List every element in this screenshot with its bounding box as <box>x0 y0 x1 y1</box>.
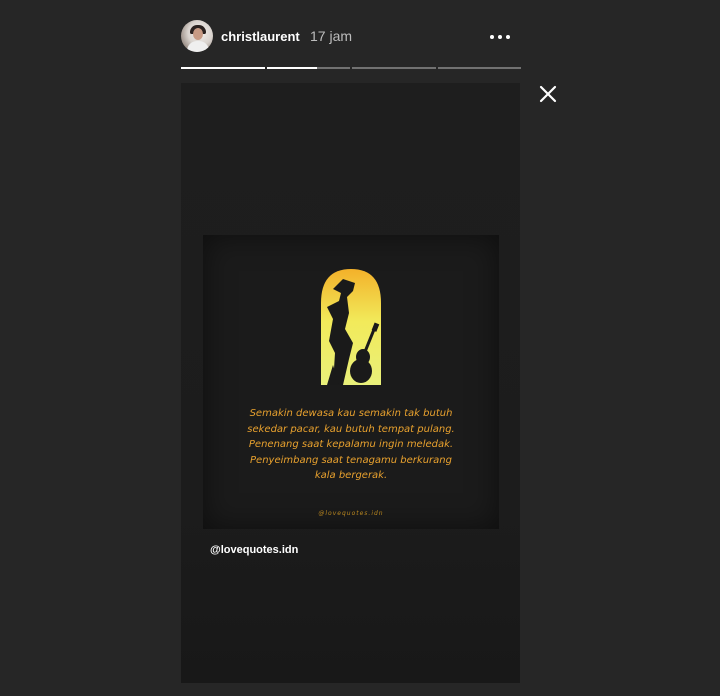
avatar-shirt <box>187 41 209 52</box>
close-icon <box>539 85 557 103</box>
quote-line: Semakin dewasa kau semakin tak butuh <box>249 408 453 419</box>
progress-segment <box>352 67 436 69</box>
progress-fill <box>181 67 265 69</box>
more-horizontal-icon-dot <box>506 35 510 39</box>
progress-segment <box>266 67 350 69</box>
mention-sticker[interactable]: @lovequotes.idn <box>210 544 298 556</box>
story-viewer: christlaurent 17 jam Semakin dewasa kau … <box>0 0 720 696</box>
avatar-face <box>193 28 203 40</box>
progress-fill <box>266 67 317 69</box>
progress-segment <box>437 67 521 69</box>
story-progress <box>181 67 521 69</box>
quote-text: Semakin dewasa kau semakin tak butuh sek… <box>213 406 489 484</box>
quote-line: Penyeimbang saat tenagamu berkurang <box>250 454 452 466</box>
silhouette-guitar-image <box>321 269 381 385</box>
close-button[interactable] <box>537 83 559 105</box>
story-frame[interactable]: Semakin dewasa kau semakin tak butuh sek… <box>181 83 520 683</box>
shared-post[interactable]: Semakin dewasa kau semakin tak butuh sek… <box>203 235 499 529</box>
post-timestamp: 17 jam <box>310 28 353 44</box>
avatar[interactable] <box>181 20 213 52</box>
quote-line: Penenang saat kepalamu ingin meledak. <box>248 439 454 450</box>
post-watermark: @lovequotes.idn <box>318 510 384 517</box>
quote-line: kala bergerak. <box>314 470 388 481</box>
quote-line: sekedar pacar, kau butuh tempat pulang. <box>247 423 455 435</box>
more-options-button[interactable] <box>487 23 513 49</box>
username-link[interactable]: christlaurent <box>221 29 300 44</box>
more-horizontal-icon <box>490 35 494 39</box>
more-horizontal-icon-dot <box>498 35 502 39</box>
progress-segment <box>181 67 265 69</box>
story-header: christlaurent 17 jam <box>181 19 521 55</box>
